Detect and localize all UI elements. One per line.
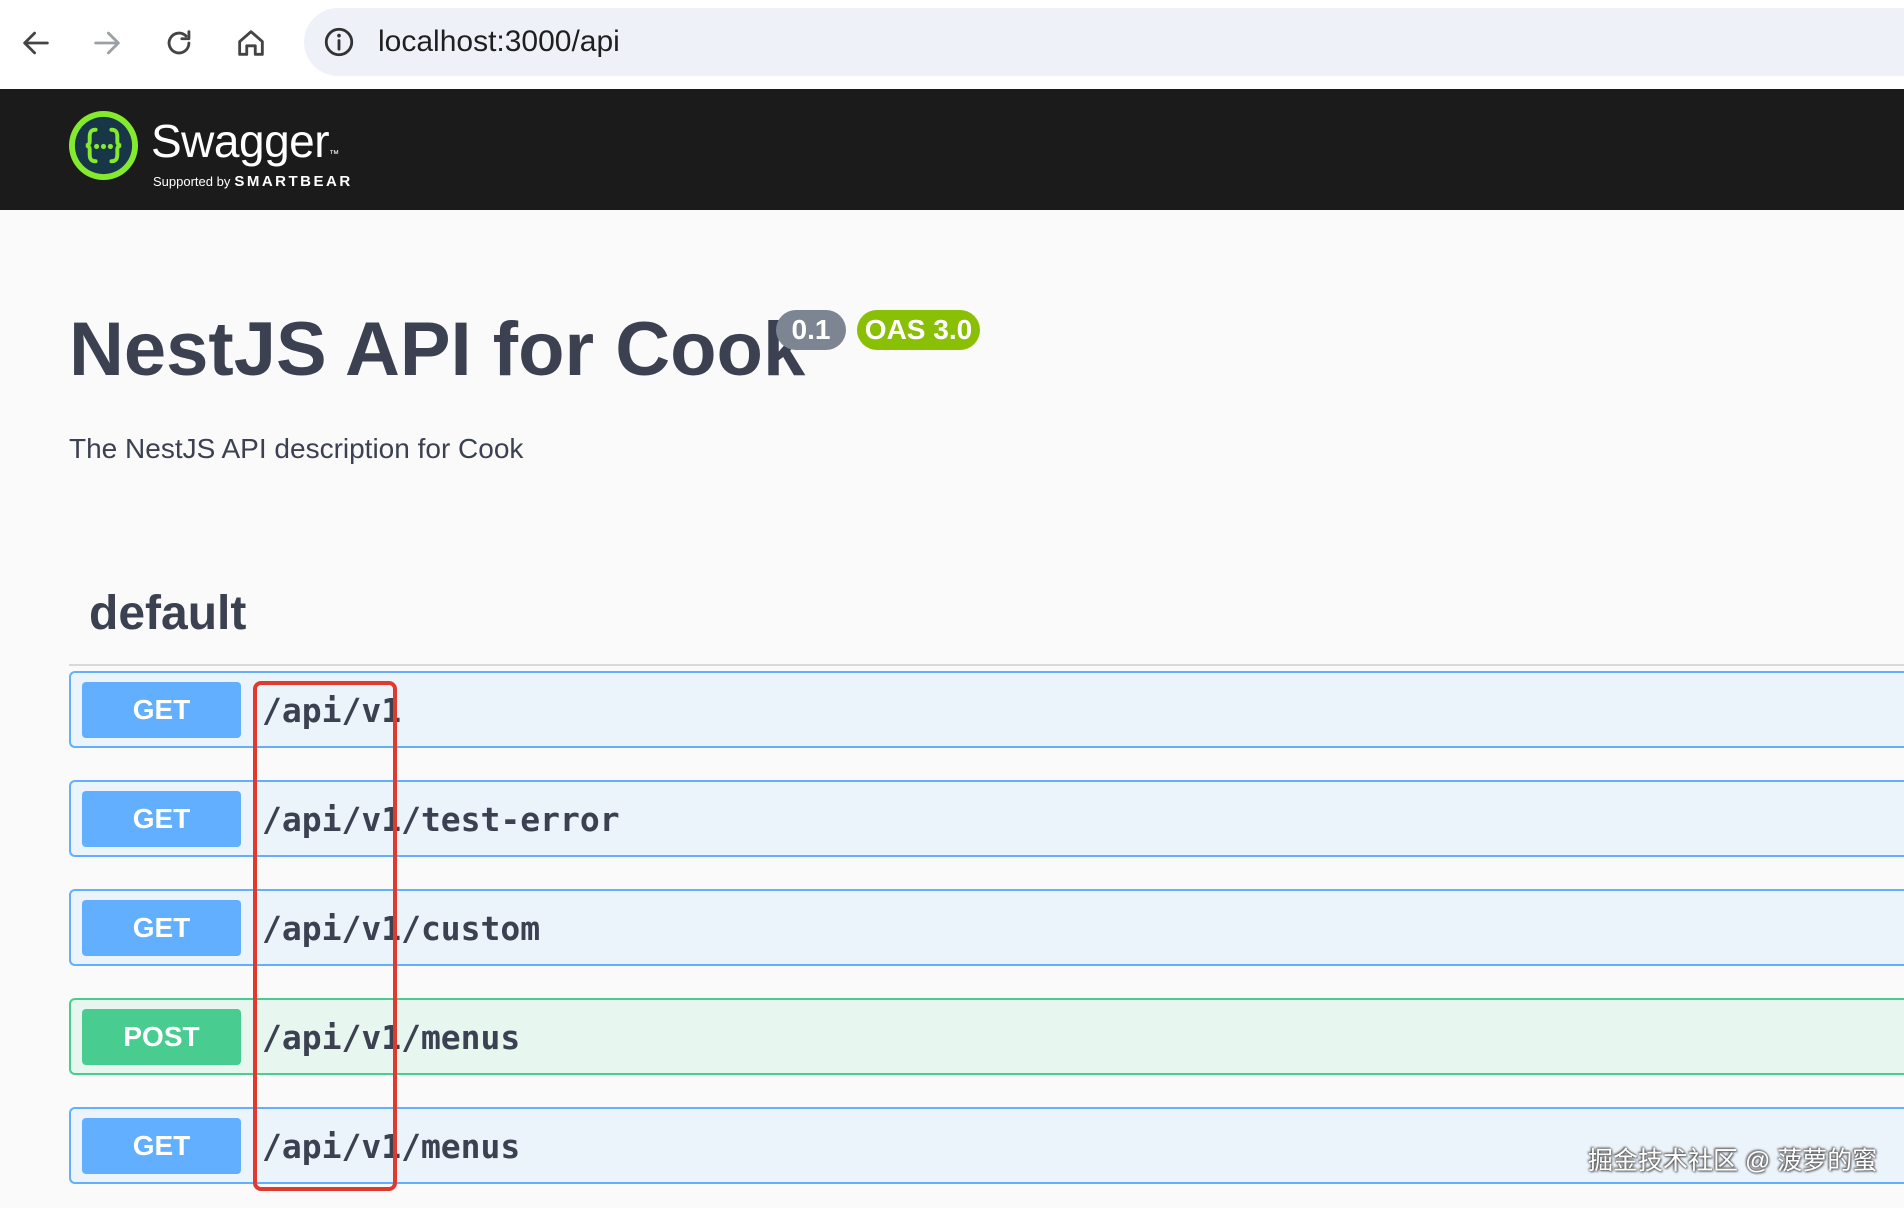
tag-title-default[interactable]: default [89,586,246,642]
browser-toolbar: localhost:3000/api [0,0,1904,89]
tag-divider [69,664,1904,666]
forward-arrow-icon [94,31,120,55]
method-badge: GET [82,1118,241,1174]
smartbear-brand: SMARTBEAR [234,173,353,190]
smartbear-tagline: Supported by SMARTBEAR [153,173,353,191]
oas-badge: OAS 3.0 [857,310,980,350]
method-badge: POST [82,1009,241,1065]
back-arrow-icon [23,31,49,55]
method-badge: GET [82,791,241,847]
method-badge: GET [82,682,241,738]
home-icon [238,30,264,56]
watermark-text: 掘金技术社区 @ 菠萝的蜜 [1588,1147,1878,1175]
address-bar[interactable]: localhost:3000/api [304,8,1904,76]
prefix-highlight-annotation [253,681,397,1191]
swagger-wordmark[interactable]: Swagger™ [151,115,339,181]
supported-by-text: Supported by [153,174,231,189]
swagger-wordmark-text: Swagger [151,115,330,167]
home-button[interactable] [226,18,276,68]
api-description: The NestJS API description for Cook [69,433,524,464]
version-badge: 0.1 [776,310,846,350]
back-button[interactable] [11,18,61,68]
reload-button[interactable] [154,18,204,68]
reload-icon [167,30,191,55]
swagger-topbar: Swagger™ Supported by SMARTBEAR [0,89,1904,210]
site-info-icon[interactable] [322,25,356,59]
api-title: NestJS API for Cook [69,307,806,392]
method-badge: GET [82,900,241,956]
url-text[interactable]: localhost:3000/api [378,22,620,62]
forward-button[interactable] [82,18,132,68]
swagger-logo-icon[interactable] [68,110,139,181]
trademark-symbol: ™ [329,149,339,160]
